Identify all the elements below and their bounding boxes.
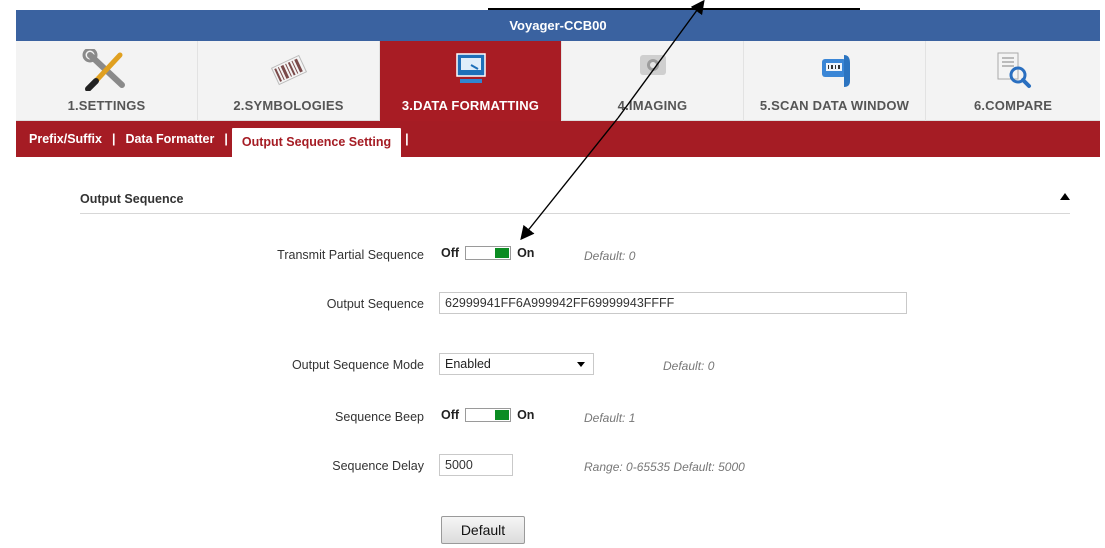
tab-label: 5.SCAN DATA WINDOW [759,98,910,113]
toggle-knob [495,410,510,420]
tab-label: 4.IMAGING [617,98,688,113]
sequence-delay-range: Range: 0-65535 Default: 5000 [584,460,745,474]
toggle-off-label: Off [441,246,460,260]
camera-icon [623,49,683,91]
tab-symbologies[interactable]: 2.SYMBOLOGIES [198,41,380,121]
output-mode-label: Output Sequence Mode [291,358,424,372]
transmit-partial-label: Transmit Partial Sequence [277,248,424,262]
tools-icon [77,49,137,91]
window-title: Voyager-CCB00 [509,18,607,33]
main-tabs: 1.SETTINGS 2.SYMBOLOGIES 3.DATA FORMATTI… [16,41,1100,121]
sequence-beep-toggle[interactable] [465,408,512,422]
tab-scan-data-window[interactable]: 5.SCAN DATA WINDOW [744,41,926,121]
subnav-output-sequence-setting[interactable]: Output Sequence Setting [231,128,402,157]
window-title-bar: Voyager-CCB00 [16,10,1100,41]
default-button[interactable]: Default [441,516,525,544]
section-header: Output Sequence [80,187,1070,214]
sequence-beep-toggle-group: Off On [441,408,534,422]
tab-settings[interactable]: 1.SETTINGS [16,41,198,121]
subnav-bar: Prefix/Suffix | Data Formatter | Output … [16,121,1100,157]
tab-imaging[interactable]: 4.IMAGING [562,41,744,121]
sequence-beep-label: Sequence Beep [335,410,424,424]
toggle-off-label: Off [441,408,460,422]
section-title: Output Sequence [80,192,184,206]
tab-label: 2.SYMBOLOGIES [233,98,344,113]
toggle-knob [495,248,510,258]
scanner-icon [805,49,865,91]
subnav-separator: | [224,132,228,146]
transmit-partial-default: Default: 0 [584,249,636,263]
output-sequence-input[interactable] [439,292,907,314]
sequence-delay-input[interactable] [439,454,513,476]
compare-document-icon [983,49,1043,91]
output-mode-select[interactable]: Enabled [439,353,594,375]
tab-label: 1.SETTINGS [67,98,146,113]
tab-label: 6.COMPARE [973,98,1053,113]
sequence-delay-label: Sequence Delay [332,459,424,473]
output-mode-default: Default: 0 [663,359,715,373]
toggle-on-label: On [517,408,535,422]
output-sequence-label: Output Sequence [326,297,424,311]
tab-label: 3.DATA FORMATTING [401,98,540,113]
barcode-icon [259,49,319,91]
sequence-beep-default: Default: 1 [584,411,636,425]
chevron-down-icon [577,362,585,367]
tab-compare[interactable]: 6.COMPARE [926,41,1100,121]
transmit-partial-toggle-group: Off On [441,246,534,260]
subnav-separator: | [111,132,116,146]
scanner-config-page: Voyager-CCB00 1.SETTINGS 2.SYMBOLOGIES 3… [0,0,1105,548]
collapse-arrow-icon[interactable] [1060,193,1070,200]
output-mode-value: Enabled [445,357,491,371]
transmit-partial-toggle[interactable] [465,246,512,260]
tab-data-formatting[interactable]: 3.DATA FORMATTING [380,41,562,121]
subnav-data-formatter[interactable]: Data Formatter [119,121,220,157]
subnav-prefix-suffix[interactable]: Prefix/Suffix [23,121,108,157]
toggle-on-label: On [517,246,535,260]
monitor-icon [441,49,501,91]
subnav-separator: | [405,132,409,146]
